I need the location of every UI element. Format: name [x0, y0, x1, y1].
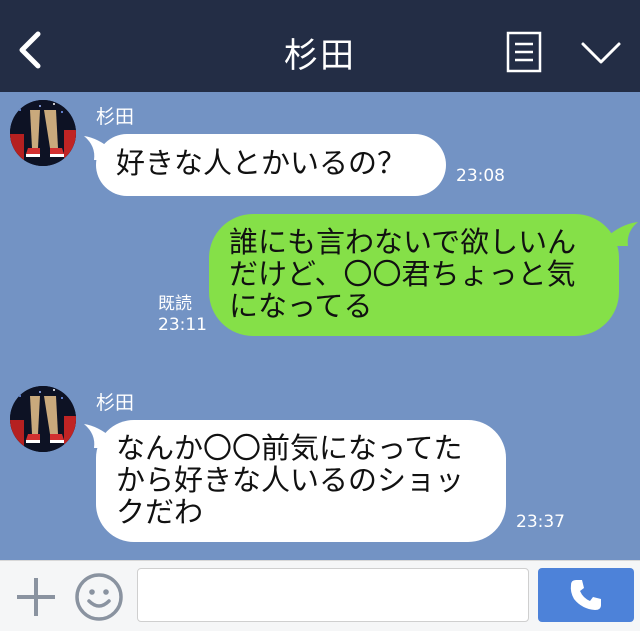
input-bar — [0, 560, 640, 631]
message-text-line: から好きな人いるのショッ — [116, 463, 465, 497]
read-receipt: 既読 23:11 — [158, 294, 207, 336]
message-input[interactable] — [137, 568, 529, 622]
chat-title: 杉田 — [284, 36, 356, 76]
sender-name: 杉田 — [96, 106, 135, 128]
chevron-down-icon[interactable] — [580, 40, 622, 66]
call-button[interactable] — [538, 568, 634, 622]
menu-icon[interactable] — [506, 31, 542, 73]
message-text-line: だけど、〇〇君ちょっと気 — [229, 257, 576, 291]
message-bubble[interactable]: なんか〇〇前気になってた から好きな人いるのショッ クだわ — [96, 420, 506, 542]
chat-area[interactable]: 杉田 好きな人とかいるの？ 23:08 誰にも言わないで欲しいん だけど、〇〇君… — [0, 92, 640, 560]
chat-header: 杉田 — [0, 0, 640, 92]
phone-icon — [570, 580, 601, 610]
message-text-line: なんか〇〇前気になってた — [116, 431, 463, 465]
message-text-line: になってる — [229, 289, 373, 323]
avatar[interactable] — [10, 100, 76, 166]
message-text-line: 誰にも言わないで欲しいん — [229, 225, 577, 259]
message-text: 好きな人とかいるの？ — [116, 146, 407, 180]
sender-name: 杉田 — [96, 392, 135, 414]
message-time: 23:11 — [158, 315, 207, 335]
message-time: 23:37 — [516, 512, 565, 532]
message-bubble[interactable]: 好きな人とかいるの？ — [96, 134, 446, 196]
message-time: 23:08 — [456, 166, 505, 186]
read-label: 既読 — [158, 294, 192, 314]
emoji-icon[interactable] — [74, 572, 124, 622]
plus-icon[interactable] — [14, 575, 58, 619]
message-text-line: クだわ — [116, 495, 204, 529]
avatar[interactable] — [10, 386, 76, 452]
message-bubble[interactable]: 誰にも言わないで欲しいん だけど、〇〇君ちょっと気 になってる — [209, 214, 619, 336]
